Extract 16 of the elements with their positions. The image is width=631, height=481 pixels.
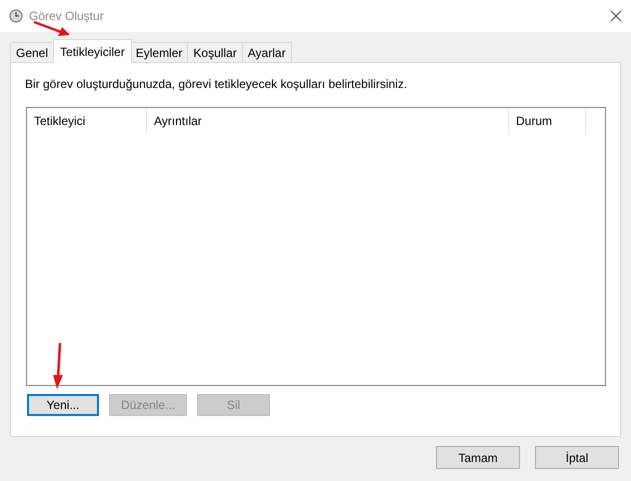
button[interactable]: Yeni... — [27, 394, 99, 416]
column-header[interactable]: Tetikleyici — [27, 108, 147, 134]
tab[interactable]: Tetikleyiciler — [53, 39, 132, 63]
window-title: Görev Oluştur — [29, 8, 104, 25]
tab[interactable]: Koşullar — [187, 42, 243, 62]
close-icon[interactable] — [610, 10, 622, 22]
button[interactable]: Tamam — [436, 446, 520, 469]
tab[interactable]: Ayarlar — [242, 42, 292, 62]
tab[interactable]: Genel — [10, 42, 54, 62]
clock-icon — [9, 9, 23, 23]
column-header[interactable]: Ayrıntılar — [147, 108, 509, 134]
annotation-arrow — [52, 342, 64, 390]
tab[interactable]: Eylemler — [130, 42, 188, 62]
button[interactable]: İptal — [535, 446, 619, 469]
column-header[interactable]: Durum — [509, 108, 586, 134]
description-text: Bir görev oluşturduğunuzda, görevi tetikleyecek koşulları belirtebilirsiniz. — [25, 76, 408, 93]
